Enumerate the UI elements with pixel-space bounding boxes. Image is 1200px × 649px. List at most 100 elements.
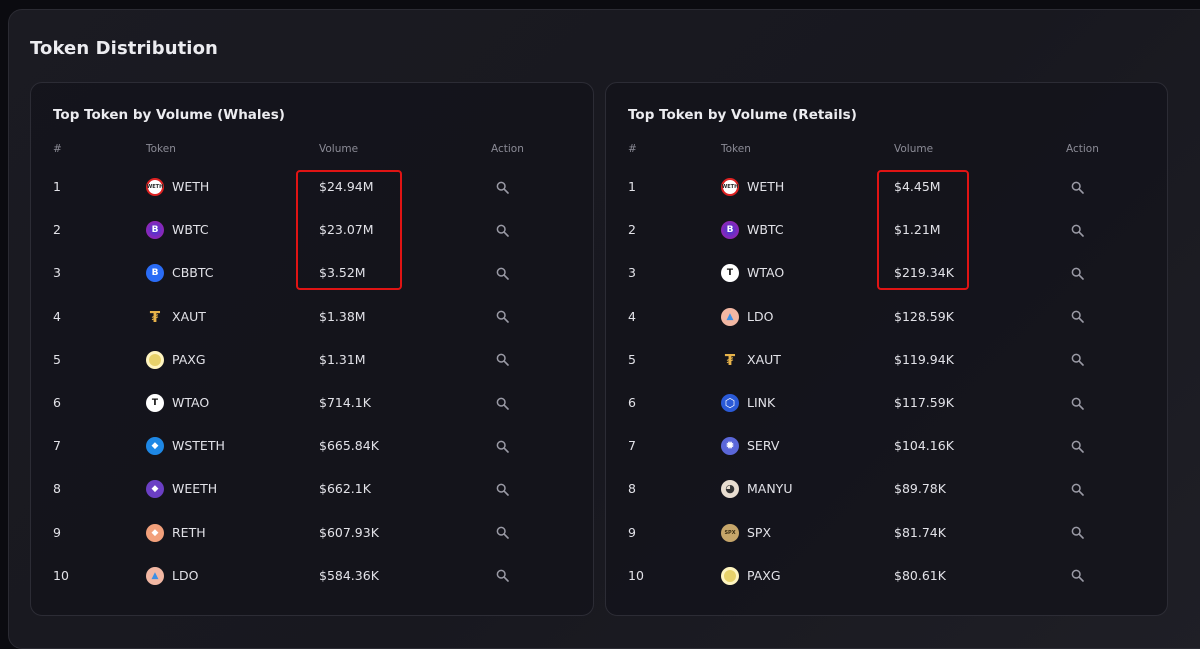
- search-icon: [1071, 310, 1084, 323]
- token-name: LINK: [747, 395, 776, 410]
- token-name: PAXG: [747, 567, 781, 583]
- search-icon: [1071, 267, 1084, 280]
- rank: 3: [628, 265, 636, 281]
- token-name: XAUT: [172, 308, 206, 324]
- token-name: WTAO: [747, 265, 785, 281]
- search-button[interactable]: [1066, 218, 1088, 242]
- wbtc-icon: B: [721, 221, 739, 240]
- search-icon: [496, 526, 509, 539]
- volume-value: $89.78K: [894, 481, 946, 497]
- wbtc-icon: B: [146, 221, 164, 240]
- token-cell: B CBBTC: [146, 261, 214, 285]
- token-cell: ₮ XAUT: [146, 305, 206, 329]
- search-icon: [496, 181, 509, 194]
- column-header-action: Action: [491, 143, 524, 155]
- token-cell: B WBTC: [146, 218, 209, 242]
- rank: 9: [628, 524, 636, 540]
- search-icon: [1071, 569, 1084, 583]
- rank: 3: [53, 265, 61, 281]
- paxg-icon: [721, 566, 739, 585]
- rank: 8: [53, 481, 61, 497]
- rank: 2: [628, 222, 636, 238]
- token-name: LDO: [172, 567, 199, 583]
- token-name: RETH: [172, 524, 206, 540]
- token-cell: PAXG: [721, 564, 781, 588]
- rank: 2: [53, 222, 61, 238]
- reth-icon: ◆: [146, 523, 164, 542]
- token-name: LDO: [747, 308, 774, 324]
- search-button[interactable]: [1066, 305, 1088, 329]
- rank: 6: [628, 395, 636, 410]
- volume-value: $607.93K: [319, 524, 379, 540]
- table-row: 7 ◆ WSTETH $665.84K: [31, 434, 593, 477]
- rank: 4: [53, 308, 61, 324]
- column-header-volume: Volume: [894, 143, 934, 155]
- token-cell: T WTAO: [146, 391, 209, 415]
- weth-icon: WETH: [721, 178, 739, 196]
- volume-value: $128.59K: [894, 308, 954, 324]
- spx-icon: SPX: [721, 523, 739, 542]
- token-cell: ✹ SERV: [721, 434, 779, 458]
- token-name: WEETH: [172, 481, 218, 497]
- volume-value: $81.74K: [894, 524, 946, 540]
- search-button[interactable]: [491, 218, 513, 242]
- table-row: 7 ✹ SERV $104.16K: [606, 434, 1167, 477]
- search-button[interactable]: [1066, 348, 1088, 372]
- column-header-volume: Volume: [319, 143, 359, 155]
- token-cell: ◆ RETH: [146, 521, 206, 545]
- rank: 1: [628, 179, 636, 194]
- rank: 10: [628, 567, 644, 583]
- search-button[interactable]: [1066, 391, 1088, 415]
- rank: 5: [628, 351, 636, 367]
- search-button[interactable]: [491, 434, 513, 458]
- rank: 7: [628, 438, 636, 454]
- column-header-action: Action: [1066, 143, 1099, 155]
- search-button[interactable]: [1066, 175, 1088, 199]
- search-button[interactable]: [491, 391, 513, 415]
- search-button[interactable]: [1066, 261, 1088, 285]
- retails-panel-title: Top Token by Volume (Retails): [628, 107, 857, 123]
- search-icon: [1071, 181, 1084, 194]
- rank: 9: [53, 524, 61, 540]
- token-name: WBTC: [172, 222, 209, 238]
- token-cell: ₮ XAUT: [721, 348, 781, 372]
- column-header-num: #: [628, 143, 637, 155]
- table-row: 5 PAXG $1.31M: [31, 348, 593, 391]
- rank: 1: [53, 179, 61, 194]
- token-cell: WETH WETH: [146, 175, 209, 199]
- token-cell: SPX SPX: [721, 521, 771, 545]
- xaut-icon: ₮: [724, 350, 736, 369]
- search-button[interactable]: [1066, 434, 1088, 458]
- search-button[interactable]: [491, 521, 513, 545]
- search-button[interactable]: [491, 348, 513, 372]
- search-button[interactable]: [491, 477, 513, 501]
- column-header-token: Token: [146, 143, 176, 155]
- search-button[interactable]: [491, 305, 513, 329]
- token-name: WSTETH: [172, 438, 225, 454]
- token-cell: T WTAO: [721, 261, 784, 285]
- search-button[interactable]: [1066, 521, 1088, 545]
- table-row: 4 ▲ LDO $128.59K: [606, 305, 1167, 348]
- search-icon: [496, 310, 509, 323]
- token-cell: WETH WETH: [721, 175, 784, 199]
- search-button[interactable]: [1066, 477, 1088, 501]
- rank: 4: [628, 308, 636, 324]
- table-row: 10 ▲ LDO $584.36K: [31, 564, 593, 607]
- search-button[interactable]: [491, 564, 513, 588]
- search-button[interactable]: [1066, 564, 1088, 588]
- volume-value: $665.84K: [319, 438, 379, 454]
- weth-icon: WETH: [146, 178, 164, 196]
- cbbtc-icon: B: [146, 264, 164, 283]
- serv-icon: ✹: [721, 437, 739, 456]
- table-row: 6 ⬡ LINK $117.59K: [606, 391, 1167, 434]
- token-cell: ◆ WEETH: [146, 477, 217, 501]
- volume-value: $1.38M: [319, 308, 366, 324]
- whales-panel: Top Token by Volume (Whales) # Token Vol…: [30, 82, 594, 616]
- token-name: WBTC: [747, 222, 784, 238]
- wtao-icon: T: [721, 264, 739, 283]
- wsteth-icon: ◆: [146, 437, 164, 456]
- table-row: 10 PAXG $80.61K: [606, 564, 1167, 607]
- search-button[interactable]: [491, 175, 513, 199]
- search-button[interactable]: [491, 261, 513, 285]
- volume-value: $119.94K: [894, 351, 954, 367]
